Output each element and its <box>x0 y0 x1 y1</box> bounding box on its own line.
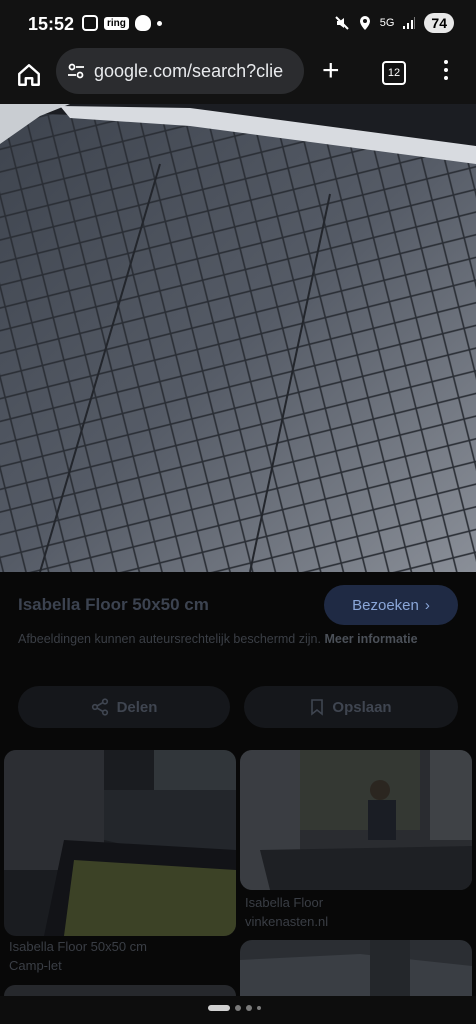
new-tab-icon[interactable]: + <box>322 56 340 86</box>
chevron-right-icon: › <box>424 596 430 614</box>
visit-label: Bezoeken <box>352 596 419 614</box>
network-type: 5G <box>379 17 395 29</box>
mute-icon <box>335 16 349 30</box>
related-2-source: vinkenasten.nl <box>245 914 329 929</box>
share-button[interactable]: Delen <box>18 686 230 728</box>
tab-switcher-button[interactable]: 12 <box>382 61 406 85</box>
save-label: Opslaan <box>332 698 392 716</box>
status-bar: 15:52 ring 5G 74 <box>0 0 476 48</box>
related-1-source: Camp-let <box>9 958 62 973</box>
result-title: Isabella Floor 50x50 cm <box>18 595 209 614</box>
related-1-title: Isabella Floor 50x50 cm <box>9 939 148 954</box>
main-image[interactable] <box>0 104 476 572</box>
url-text[interactable]: google.com/search?clie <box>94 61 304 82</box>
copyright-text: Afbeeldingen kunnen auteursrechtelijk be… <box>18 632 321 646</box>
related-2-title: Isabella Floor <box>245 895 324 910</box>
related-image-3[interactable] <box>4 985 236 996</box>
page-dot <box>235 1005 241 1011</box>
browser-toolbar: google.com/search?clie + 12 <box>0 48 476 104</box>
related-image-2[interactable] <box>240 750 472 890</box>
floor-photo <box>0 104 476 572</box>
location-icon <box>359 16 370 30</box>
clock: 15:52 <box>28 14 75 34</box>
site-settings-icon[interactable] <box>66 61 86 81</box>
related-image-4[interactable] <box>240 940 472 996</box>
notification-dot-icon <box>156 20 162 26</box>
screenshot-icon <box>82 15 98 31</box>
visit-button[interactable]: Bezoeken › <box>324 585 458 625</box>
share-icon <box>91 698 108 716</box>
page-indicator <box>208 1005 261 1011</box>
home-icon[interactable] <box>16 62 42 88</box>
address-bar[interactable]: google.com/search?clie <box>56 48 304 94</box>
related-image-1[interactable] <box>4 750 236 936</box>
related-image-2-photo <box>240 750 472 890</box>
ring-app-icon: ring <box>104 16 129 30</box>
copyright-notice: Afbeeldingen kunnen auteursrechtelijk be… <box>18 630 458 648</box>
page-dot-active <box>208 1005 230 1011</box>
page-dot <box>246 1005 252 1011</box>
bookmark-icon <box>311 699 324 716</box>
snapchat-icon <box>134 15 151 31</box>
more-info-link[interactable]: Meer informatie <box>324 632 417 646</box>
share-label: Delen <box>116 698 158 716</box>
more-menu-icon[interactable] <box>444 60 448 80</box>
page-dot <box>257 1006 261 1010</box>
signal-icon <box>403 17 416 29</box>
battery-level: 74 <box>424 13 454 33</box>
save-button[interactable]: Opslaan <box>244 686 458 728</box>
related-image-4-photo <box>240 940 472 996</box>
related-image-1-photo <box>4 750 236 936</box>
